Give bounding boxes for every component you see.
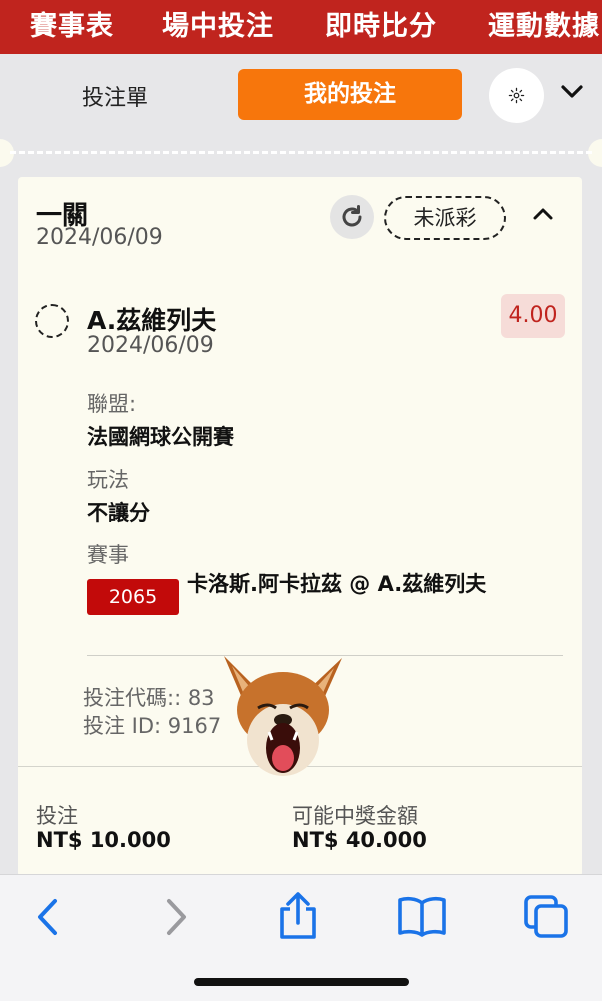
selection-status-icon <box>35 304 69 338</box>
browser-toolbar <box>0 874 602 1001</box>
refresh-icon <box>342 205 362 227</box>
event-label: 賽事 <box>87 543 129 567</box>
dashed-divider <box>10 151 592 154</box>
bet-id: 投注 ID: 9167 <box>83 714 222 738</box>
league-label: 聯盟: <box>87 392 137 416</box>
top-nav: 賽事表 場中投注 即時比分 運動數據 <box>0 0 602 54</box>
selection-name: A.茲維列夫 <box>87 306 217 335</box>
gear-icon <box>508 87 525 104</box>
bet-date: 2024/06/09 <box>36 225 163 250</box>
home-indicator <box>194 978 409 986</box>
betslip-tab[interactable]: 投注單 <box>82 80 148 112</box>
dog-sticker <box>224 656 342 776</box>
nav-sports-data[interactable]: 運動數據 <box>488 4 600 43</box>
bookmarks-icon[interactable] <box>396 895 448 937</box>
forward-icon[interactable] <box>164 897 190 937</box>
league-value: 法國網球公開賽 <box>87 425 234 449</box>
settings-button[interactable] <box>489 68 544 123</box>
event-name: 卡洛斯.阿卡拉茲 @ A.茲維列夫 <box>187 572 487 596</box>
betslip-header: 投注單 我的投注 <box>0 54 602 134</box>
odds-badge: 4.00 <box>501 294 565 338</box>
share-icon[interactable] <box>276 891 320 941</box>
market-label: 玩法 <box>87 468 129 492</box>
potential-win-value: NT$ 40.000 <box>292 828 427 852</box>
nav-live-scores[interactable]: 即時比分 <box>325 4 437 43</box>
refresh-button[interactable] <box>330 195 374 239</box>
bet-code: 投注代碼:: 83 <box>83 686 215 710</box>
nav-live-betting[interactable]: 場中投注 <box>162 4 274 43</box>
chevron-up-icon[interactable] <box>532 207 554 221</box>
back-icon[interactable] <box>34 897 60 937</box>
chevron-down-icon[interactable] <box>560 84 584 100</box>
event-id-badge: 2065 <box>87 579 179 615</box>
tabs-icon[interactable] <box>522 893 570 939</box>
status-badge: 未派彩 <box>384 196 506 240</box>
stake-label: 投注 <box>36 804 78 828</box>
selection-date: 2024/06/09 <box>87 333 214 358</box>
nav-schedule[interactable]: 賽事表 <box>30 4 114 43</box>
my-bets-button[interactable]: 我的投注 <box>238 69 462 120</box>
market-value: 不讓分 <box>87 501 150 525</box>
potential-win-label: 可能中獎金額 <box>292 804 418 828</box>
stake-value: NT$ 10.000 <box>36 828 171 852</box>
